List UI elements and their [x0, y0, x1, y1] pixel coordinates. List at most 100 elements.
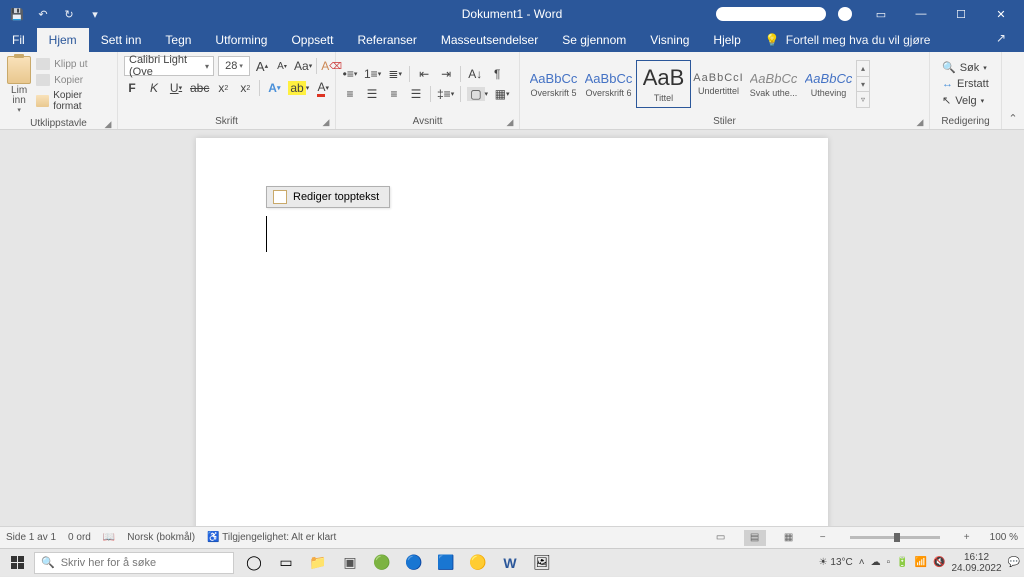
text-effects-button[interactable]: A▾ [266, 80, 282, 96]
battery-icon[interactable]: 🔋 [896, 557, 908, 568]
line-spacing-button[interactable]: ‡≡▾ [437, 86, 454, 102]
tab-help[interactable]: Hjelp [701, 28, 752, 52]
font-size-combo[interactable]: 28▾ [218, 56, 250, 76]
maximize-icon[interactable]: ☐ [944, 4, 978, 24]
align-left-button[interactable]: ≡ [342, 86, 358, 102]
taskbar-search[interactable]: 🔍 Skriv her for å søke [34, 552, 234, 574]
styles-gallery[interactable]: AaBbCcOverskrift 5 AaBbCcOverskrift 6 Aa… [526, 60, 870, 108]
style-heading5[interactable]: AaBbCcOverskrift 5 [526, 60, 581, 108]
shading-button[interactable]: ▢▾ [467, 86, 488, 102]
style-subtitle[interactable]: AaBbCcIUndertittel [691, 60, 746, 108]
save-icon[interactable]: 💾 [8, 5, 26, 23]
style-subtle-emphasis[interactable]: AaBbCcSvak uthe... [746, 60, 801, 108]
edge-icon[interactable]: 🟦 [430, 549, 462, 577]
replace-button[interactable]: ↔Erstatt [940, 77, 991, 91]
undo-icon[interactable]: ↶ [34, 5, 52, 23]
justify-button[interactable]: ☰ [408, 86, 424, 102]
collapse-ribbon-icon[interactable]: ⌃ [1002, 52, 1024, 129]
photos-icon[interactable]: 🖼 [526, 549, 558, 577]
chrome2-icon[interactable]: 🟡 [462, 549, 494, 577]
highlight-button[interactable]: ab▾ [288, 80, 309, 96]
volume-icon[interactable]: 🔇 [933, 557, 945, 568]
tell-me-search[interactable]: 💡 Fortell meg hva du vil gjøre [753, 28, 943, 52]
format-painter-button[interactable]: Kopier format [34, 89, 111, 113]
multilevel-list-button[interactable]: ≣▾ [387, 66, 403, 82]
superscript-button[interactable]: x2 [237, 80, 253, 96]
styles-launcher-icon[interactable]: ◢ [915, 117, 925, 127]
weather-widget[interactable]: ☀ 13°C [819, 557, 853, 568]
language-status[interactable]: Norsk (bokmål) [127, 532, 195, 543]
tab-insert[interactable]: Sett inn [89, 28, 154, 52]
cut-button[interactable]: Klipp ut [34, 57, 111, 71]
font-launcher-icon[interactable]: ◢ [321, 117, 331, 127]
styles-scroll-up-icon[interactable]: ▴ [857, 61, 869, 77]
underline-button[interactable]: U▾ [168, 80, 184, 96]
notifications-icon[interactable]: 💬 [1008, 557, 1020, 568]
tab-design[interactable]: Utforming [203, 28, 279, 52]
paste-button[interactable]: Lim inn ▾ [6, 56, 32, 114]
account-pill[interactable] [716, 7, 826, 21]
styles-scroll-down-icon[interactable]: ▾ [857, 77, 869, 93]
chrome-icon[interactable]: 🟢 [366, 549, 398, 577]
bold-button[interactable]: F [124, 80, 140, 96]
show-marks-button[interactable]: ¶ [489, 66, 505, 82]
paragraph-launcher-icon[interactable]: ◢ [505, 117, 515, 127]
styles-expand-icon[interactable]: ▿ [857, 92, 869, 107]
zoom-thumb[interactable] [894, 533, 900, 542]
redo-icon[interactable]: ↻ [60, 5, 78, 23]
find-button[interactable]: 🔍Søk▾ [940, 60, 991, 75]
select-button[interactable]: ↖Velg▾ [940, 93, 991, 108]
taskbar-clock[interactable]: 16:12 24.09.2022 [951, 552, 1001, 574]
clipboard-launcher-icon[interactable]: ◢ [103, 119, 113, 129]
spellcheck-icon[interactable]: 📖 [103, 532, 115, 543]
change-case-button[interactable]: Aa▾ [294, 58, 312, 74]
tray-icon[interactable]: ▫ [887, 557, 891, 568]
font-color-button[interactable]: A▾ [315, 80, 331, 96]
align-center-button[interactable]: ☰ [364, 86, 380, 102]
tray-expand-icon[interactable]: ˄ [859, 557, 865, 568]
onedrive-icon[interactable]: ☁ [871, 557, 881, 568]
ribbon-options-icon[interactable]: ▭ [864, 4, 898, 24]
style-emphasis[interactable]: AaBbCcUtheving [801, 60, 856, 108]
borders-button[interactable]: ▦▾ [494, 86, 510, 102]
account-avatar[interactable] [838, 7, 852, 21]
store-icon[interactable]: ▣ [334, 549, 366, 577]
shrink-font-button[interactable]: A▾ [274, 58, 290, 74]
zoom-out-icon[interactable]: − [812, 530, 834, 546]
tab-view[interactable]: Visning [638, 28, 701, 52]
tab-file[interactable]: Fil [0, 28, 37, 52]
read-mode-icon[interactable]: ▭ [710, 530, 732, 546]
italic-button[interactable]: K [146, 80, 162, 96]
zoom-level[interactable]: 100 % [990, 532, 1018, 543]
decrease-indent-button[interactable]: ⇤ [416, 66, 432, 82]
tab-mailings[interactable]: Masseutsendelser [429, 28, 550, 52]
increase-indent-button[interactable]: ⇥ [438, 66, 454, 82]
close-icon[interactable]: ✕ [984, 4, 1018, 24]
word-count[interactable]: 0 ord [68, 532, 91, 543]
zoom-slider[interactable] [850, 536, 940, 539]
tab-review[interactable]: Se gjennom [550, 28, 638, 52]
font-name-combo[interactable]: Calibri Light (Ove▾ [124, 56, 214, 76]
document-page[interactable]: Rediger topptekst [196, 138, 828, 526]
media-icon[interactable]: 🔵 [398, 549, 430, 577]
sort-button[interactable]: A↓ [467, 66, 483, 82]
subscript-button[interactable]: x2 [215, 80, 231, 96]
tab-references[interactable]: Referanser [345, 28, 428, 52]
style-heading6[interactable]: AaBbCcOverskrift 6 [581, 60, 636, 108]
minimize-icon[interactable]: — [904, 4, 938, 24]
grow-font-button[interactable]: A▴ [254, 58, 270, 74]
edit-header-button[interactable]: Rediger topptekst [266, 186, 390, 208]
tab-layout[interactable]: Oppsett [279, 28, 345, 52]
cortana-icon[interactable]: ◯ [238, 549, 270, 577]
tab-draw[interactable]: Tegn [153, 28, 203, 52]
page-count[interactable]: Side 1 av 1 [6, 532, 56, 543]
word-icon[interactable]: W [494, 549, 526, 577]
align-right-button[interactable]: ≡ [386, 86, 402, 102]
zoom-in-icon[interactable]: + [956, 530, 978, 546]
web-layout-icon[interactable]: ▦ [778, 530, 800, 546]
accessibility-status[interactable]: ♿ Tilgjengelighet: Alt er klart [207, 532, 336, 543]
numbering-button[interactable]: 1≡▾ [364, 66, 381, 82]
share-icon[interactable]: ↗ [996, 31, 1014, 49]
wifi-icon[interactable]: 📶 [915, 557, 927, 568]
strikethrough-button[interactable]: abc [190, 80, 209, 96]
